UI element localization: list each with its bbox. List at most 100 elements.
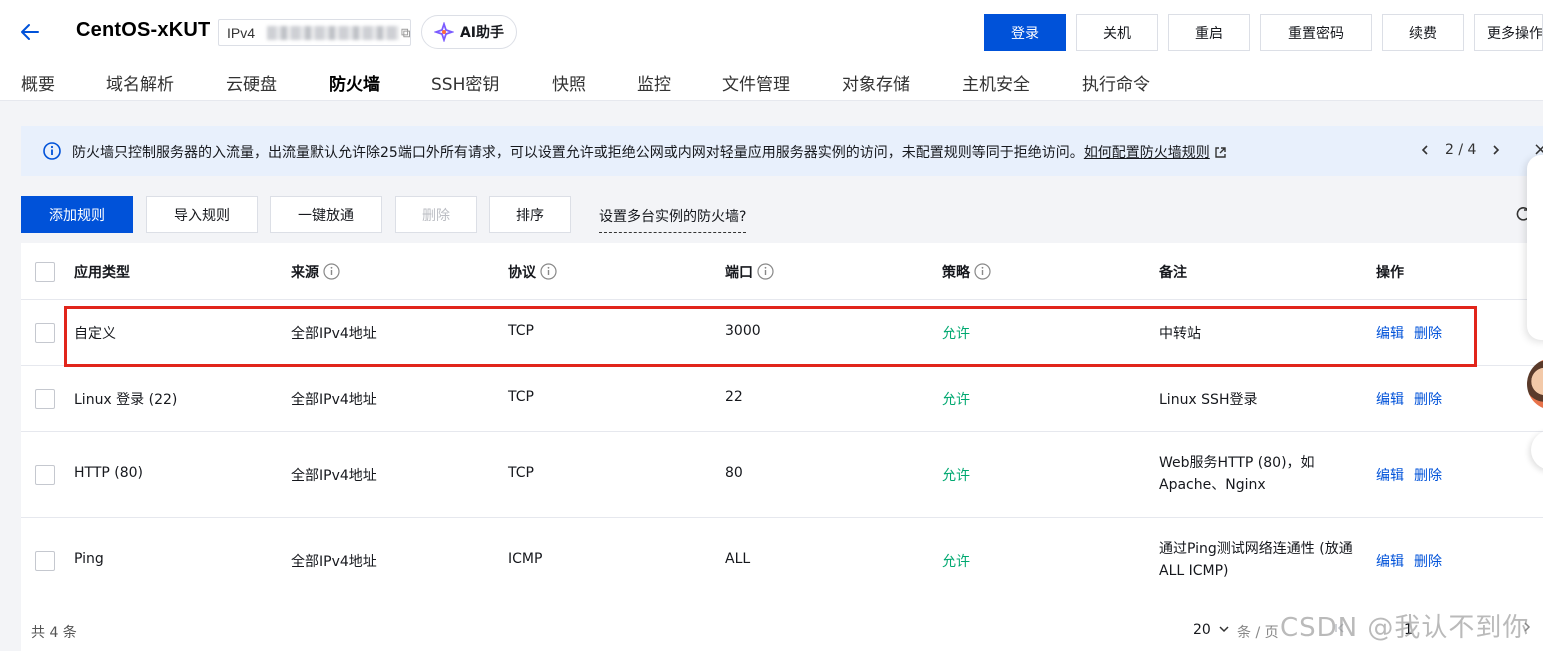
page-size-value: 20: [1193, 622, 1211, 638]
tab-host-security[interactable]: 主机安全: [962, 70, 1030, 95]
reset-password-button[interactable]: 重置密码: [1260, 14, 1372, 51]
delete-rule-link[interactable]: 删除: [1414, 554, 1442, 570]
table-row: HTTP (80) 全部IPv4地址 TCP 80 允许 Web服务HTTP (…: [21, 432, 1543, 518]
cell-port: ALL: [725, 551, 751, 567]
firewall-help-link[interactable]: 如何配置防火墙规则: [1084, 145, 1210, 161]
header-protocol: 协议: [508, 262, 557, 282]
select-all-checkbox[interactable]: [35, 262, 55, 282]
cell-policy: 允许: [942, 392, 970, 408]
restart-button[interactable]: 重启: [1168, 14, 1250, 51]
header-port: 端口: [725, 262, 774, 282]
cell-app-type: 自定义: [74, 326, 116, 342]
tab-dns[interactable]: 域名解析: [106, 70, 174, 95]
info-icon: [43, 142, 61, 160]
current-page[interactable]: 1: [1404, 622, 1413, 638]
info-circle-icon[interactable]: [974, 263, 991, 280]
cell-source: 全部IPv4地址: [291, 468, 377, 484]
cell-source: 全部IPv4地址: [291, 326, 377, 342]
ip-address-field[interactable]: IPv4: [218, 19, 411, 46]
chevron-down-icon: [1219, 626, 1229, 633]
tab-monitoring[interactable]: 监控: [637, 70, 671, 95]
cell-protocol: ICMP: [508, 551, 543, 567]
edit-rule-link[interactable]: 编辑: [1376, 392, 1404, 408]
floating-side-panel[interactable]: [1527, 155, 1543, 340]
firewall-notice: 防火墙只控制服务器的入流量，出流量默认允许除25端口外所有请求，可以设置允许或拒…: [21, 126, 1543, 176]
edit-rule-link[interactable]: 编辑: [1376, 326, 1404, 342]
delete-rule-link[interactable]: 删除: [1414, 326, 1442, 342]
tab-firewall[interactable]: 防火墙: [329, 70, 380, 104]
cell-actions: 编辑 删除: [1376, 389, 1452, 409]
delete-rule-link[interactable]: 删除: [1414, 468, 1442, 484]
login-button[interactable]: 登录: [984, 14, 1066, 51]
table-row: Ping 全部IPv4地址 ICMP ALL 允许 通过Ping测试网络连通性 …: [21, 518, 1543, 603]
edit-rule-link[interactable]: 编辑: [1376, 554, 1404, 570]
per-page-label: 条 / 页: [1237, 625, 1279, 641]
header-remark: 备注: [1159, 265, 1187, 281]
cell-actions: 编辑 删除: [1376, 551, 1452, 571]
cell-app-type: Linux 登录 (22): [74, 392, 178, 408]
cell-protocol: TCP: [508, 389, 534, 405]
header-app-type: 应用类型: [74, 265, 130, 281]
cell-protocol: TCP: [508, 465, 534, 481]
tab-ssh-keys[interactable]: SSH密钥: [431, 70, 499, 95]
sort-button[interactable]: 排序: [489, 196, 571, 233]
shutdown-button[interactable]: 关机: [1076, 14, 1158, 51]
tab-overview[interactable]: 概要: [21, 70, 55, 95]
notice-text: 防火墙只控制服务器的入流量，出流量默认允许除25端口外所有请求，可以设置允许或拒…: [72, 142, 1227, 162]
cell-port: 22: [725, 389, 743, 405]
header-port-label: 端口: [725, 265, 753, 281]
external-link-icon[interactable]: [1214, 146, 1227, 159]
cell-source: 全部IPv4地址: [291, 554, 377, 570]
ai-assistant-button[interactable]: AI助手: [421, 15, 517, 49]
copy-icon[interactable]: [401, 28, 410, 38]
chevron-right-icon[interactable]: [1521, 621, 1533, 633]
notice-page-indicator: 2 / 4: [1445, 142, 1477, 158]
cell-remark: Web服务HTTP (80)，如 Apache、Nginx: [1159, 455, 1315, 493]
row-checkbox[interactable]: [35, 323, 55, 343]
tab-object-storage[interactable]: 对象存储: [842, 70, 910, 95]
chevron-left-icon[interactable]: [1419, 144, 1431, 156]
tab-run-command[interactable]: 执行命令: [1082, 70, 1150, 95]
total-count: 共 4 条: [31, 625, 77, 641]
renew-button[interactable]: 续费: [1382, 14, 1464, 51]
instance-name: CentOS-xKUT: [76, 19, 211, 41]
cell-app-type: HTTP (80): [74, 465, 144, 481]
header-source-label: 来源: [291, 265, 319, 281]
edit-rule-link[interactable]: 编辑: [1376, 468, 1404, 484]
first-page-icon[interactable]: [1334, 622, 1346, 634]
cell-actions: 编辑 删除: [1376, 465, 1452, 485]
info-circle-icon[interactable]: [757, 263, 774, 280]
firewall-rules-table: 应用类型 来源 协议 端口 策略 备注 操作 自定义 全部IPv4地址 TCP …: [21, 243, 1543, 603]
row-checkbox[interactable]: [35, 389, 55, 409]
instance-tabs: 概要 域名解析 云硬盘 防火墙 SSH密钥 快照 监控 文件管理 对象存储 主机…: [0, 64, 1543, 104]
tab-snapshots[interactable]: 快照: [552, 70, 586, 95]
cell-remark: 中转站: [1159, 326, 1201, 342]
import-rule-button[interactable]: 导入规则: [146, 196, 258, 233]
page-size-select[interactable]: 20: [1193, 622, 1229, 638]
delete-rule-link[interactable]: 删除: [1414, 392, 1442, 408]
header-policy-label: 策略: [942, 265, 970, 281]
cell-app-type: Ping: [74, 551, 104, 567]
info-circle-icon[interactable]: [540, 263, 557, 280]
table-row: 自定义 全部IPv4地址 TCP 3000 允许 中转站 编辑 删除: [21, 300, 1543, 366]
row-checkbox[interactable]: [35, 551, 55, 571]
cell-remark: 通过Ping测试网络连通性 (放通ALL ICMP): [1159, 541, 1353, 579]
multi-instance-firewall-link[interactable]: 设置多台实例的防火墙?: [599, 206, 747, 233]
ip-label: IPv4: [227, 24, 256, 41]
tab-file-management[interactable]: 文件管理: [722, 70, 790, 95]
cell-protocol: TCP: [508, 323, 534, 339]
arrow-left-icon[interactable]: [18, 20, 42, 44]
chevron-right-icon[interactable]: [1490, 144, 1502, 156]
notice-message: 防火墙只控制服务器的入流量，出流量默认允许除25端口外所有请求，可以设置允许或拒…: [72, 145, 1084, 161]
add-rule-button[interactable]: 添加规则: [21, 196, 133, 233]
delete-button[interactable]: 删除: [395, 196, 477, 233]
more-actions-button[interactable]: 更多操作: [1474, 14, 1543, 51]
tab-cloud-disk[interactable]: 云硬盘: [226, 70, 277, 95]
open-all-button[interactable]: 一键放通: [270, 196, 382, 233]
row-checkbox[interactable]: [35, 465, 55, 485]
cell-remark: Linux SSH登录: [1159, 392, 1258, 408]
info-circle-icon[interactable]: [323, 263, 340, 280]
header-policy: 策略: [942, 262, 991, 282]
cell-policy: 允许: [942, 468, 970, 484]
cell-policy: 允许: [942, 326, 970, 342]
